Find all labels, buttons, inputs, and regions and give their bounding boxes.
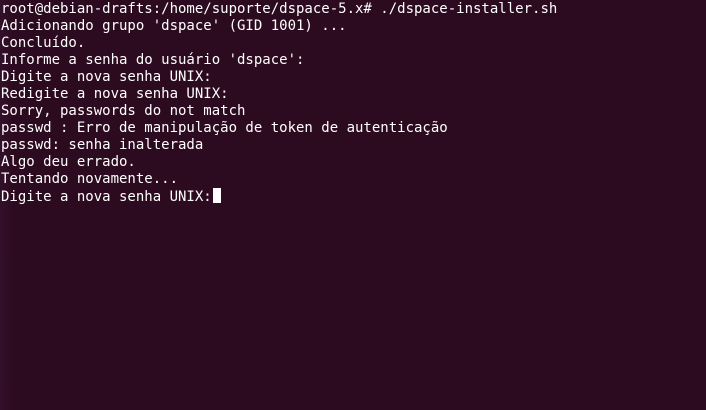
- terminal-prompt-text: Digite a nova senha UNIX:: [1, 189, 212, 205]
- terminal-line: Concluído.: [1, 35, 86, 51]
- terminal-line: passwd : Erro de manipulação de token de…: [1, 120, 448, 136]
- terminal-line: Adicionando grupo 'dspace' (GID 1001) ..…: [1, 18, 347, 34]
- terminal-line: Digite a nova senha UNIX:: [1, 69, 212, 85]
- terminal-line: passwd: senha inalterada: [1, 137, 204, 153]
- terminal-output: root@debian-drafts:/home/suporte/dspace-…: [1, 1, 706, 205]
- terminal-line: Informe a senha do usuário 'dspace':: [1, 52, 305, 68]
- terminal-line: Tentando novamente...: [1, 171, 179, 187]
- terminal-line: Sorry, passwords do not match: [1, 103, 246, 119]
- terminal-line: Redigite a nova senha UNIX:: [1, 86, 229, 102]
- terminal-line: Algo deu errado.: [1, 154, 136, 170]
- terminal-line-prompt[interactable]: Digite a nova senha UNIX:: [1, 188, 706, 205]
- terminal-window[interactable]: root@debian-drafts:/home/suporte/dspace-…: [0, 0, 706, 410]
- terminal-line-command: root@debian-drafts:/home/suporte/dspace-…: [1, 1, 558, 17]
- terminal-cursor: [212, 188, 221, 203]
